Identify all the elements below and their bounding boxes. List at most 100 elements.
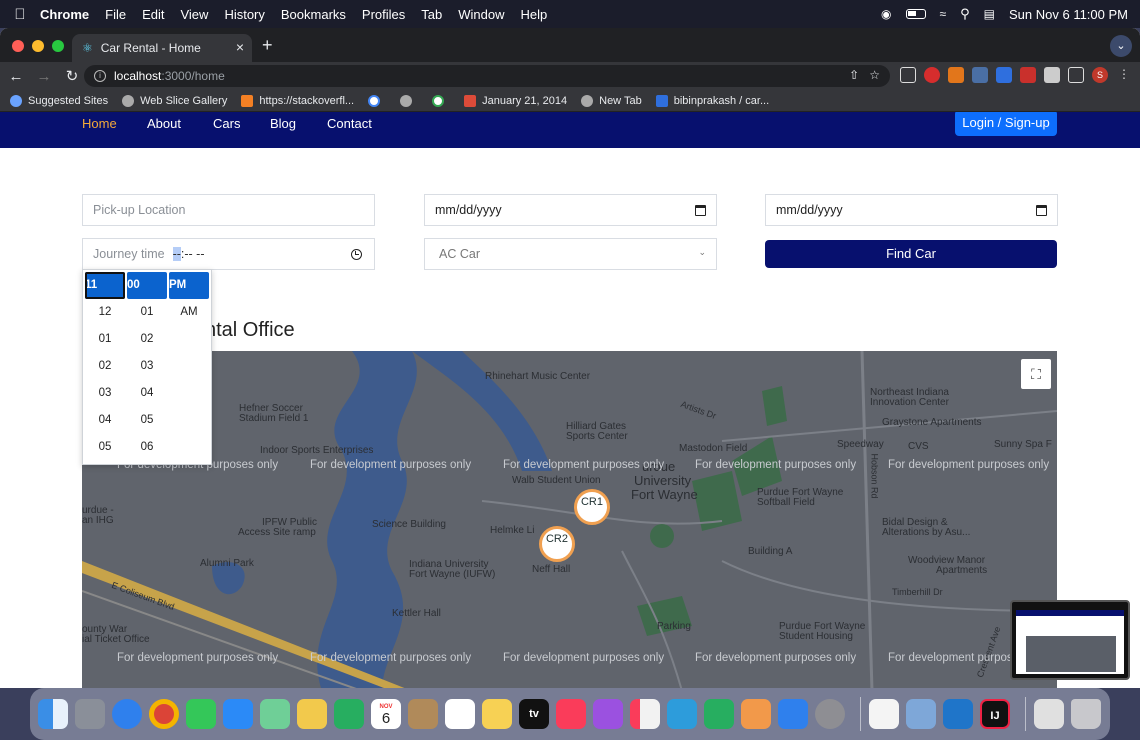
podcasts-icon[interactable] [593, 699, 623, 729]
mail-icon[interactable] [223, 699, 253, 729]
calendar-icon[interactable] [695, 205, 706, 216]
share-icon[interactable]: ⇧ [849, 68, 859, 82]
minute-option-selected[interactable]: 00 [127, 272, 167, 299]
textedit-icon[interactable] [869, 699, 899, 729]
intellij-icon[interactable]: IJ [980, 699, 1010, 729]
numbers-icon[interactable] [704, 699, 734, 729]
map-view[interactable]: ⛶ Rhinehart Music Center Northeast India… [82, 351, 1057, 688]
app-store-icon[interactable] [778, 699, 808, 729]
forward-button[interactable]: → [32, 68, 56, 85]
translate-extension-icon[interactable] [996, 67, 1012, 83]
pages-icon[interactable] [741, 699, 771, 729]
system-preferences-icon[interactable] [815, 699, 845, 729]
bookmark-web-slice[interactable]: Web Slice Gallery [122, 94, 227, 107]
nav-home[interactable]: Home [82, 116, 117, 131]
nav-contact[interactable]: Contact [327, 116, 372, 131]
zoom-window-button[interactable] [52, 40, 64, 52]
minute-option[interactable]: 05 [127, 407, 167, 434]
menu-profiles[interactable]: Profiles [362, 7, 405, 22]
nav-cars[interactable]: Cars [213, 116, 240, 131]
minute-option[interactable]: 06 [127, 434, 167, 461]
back-button[interactable]: ← [4, 68, 28, 85]
hour-option[interactable]: 01 [85, 326, 125, 353]
notes-icon[interactable] [482, 699, 512, 729]
menu-edit[interactable]: Edit [142, 7, 164, 22]
finder-icon[interactable] [38, 699, 68, 729]
menu-view[interactable]: View [180, 7, 208, 22]
hour-option[interactable]: 04 [85, 407, 125, 434]
tab-search-icon[interactable]: ⌄ [1110, 35, 1132, 57]
bookmark-gplus-date[interactable]: January 21, 2014 [464, 94, 567, 107]
battery-icon[interactable] [905, 9, 926, 19]
chrome-menu-icon[interactable]: ⋮ [1116, 67, 1132, 83]
nav-blog[interactable]: Blog [270, 116, 296, 131]
bookmark-globe[interactable] [400, 94, 418, 107]
music-icon[interactable] [556, 699, 586, 729]
extension-window-icon[interactable] [900, 67, 916, 83]
bookmark-google-2[interactable] [432, 94, 450, 107]
minute-option[interactable]: 02 [127, 326, 167, 353]
messages-icon[interactable] [186, 699, 216, 729]
spotlight-icon[interactable]: ⚲ [960, 6, 970, 22]
bookmark-github-repo[interactable]: bibinprakash / car... [655, 94, 769, 107]
menu-tab[interactable]: Tab [421, 7, 442, 22]
vscode-icon[interactable] [943, 699, 973, 729]
car-type-select[interactable]: AC Car ⌄ [424, 238, 717, 270]
chrome-icon[interactable] [149, 699, 179, 729]
minute-column[interactable]: 00 01 02 03 04 05 06 [127, 270, 167, 461]
control-center-icon[interactable]: ▤ [984, 7, 995, 21]
apple-icon[interactable]:  [0, 6, 40, 23]
login-signup-button[interactable]: Login / Sign-up [955, 112, 1057, 136]
bookmark-new-tab[interactable]: New Tab [581, 94, 642, 107]
pickup-location-input[interactable]: Pick-up Location [82, 194, 375, 226]
find-car-button[interactable]: Find Car [765, 240, 1057, 268]
minute-option[interactable]: 03 [127, 353, 167, 380]
puzzle-extensions-icon[interactable] [1044, 67, 1060, 83]
map-marker-cr2[interactable]: CR2 [539, 526, 575, 562]
bookmark-star-icon[interactable]: ☆ [869, 68, 880, 82]
calendar-app-icon[interactable]: NOV 6 [371, 699, 401, 729]
menu-window[interactable]: Window [458, 7, 504, 22]
journey-time-input[interactable]: Journey time --:-- -- [82, 238, 375, 270]
trash-icon[interactable] [1071, 699, 1101, 729]
bookmark-suggested-sites[interactable]: Suggested Sites [10, 94, 108, 107]
bookmark-google[interactable] [368, 94, 386, 107]
menu-bookmarks[interactable]: Bookmarks [281, 7, 346, 22]
shield-extension-icon[interactable] [972, 67, 988, 83]
wifi-icon[interactable]: ≈ [940, 7, 947, 21]
menu-history[interactable]: History [224, 7, 264, 22]
period-column[interactable]: PM AM [169, 270, 209, 326]
facetime-icon[interactable] [334, 699, 364, 729]
address-bar[interactable]: i localhost:3000/home ⇧ ☆ [84, 65, 890, 87]
close-window-button[interactable] [12, 40, 24, 52]
hour-option[interactable]: 02 [85, 353, 125, 380]
hour-option-selected[interactable]: 11 [85, 272, 125, 299]
period-option[interactable]: AM [169, 299, 209, 326]
hour-option[interactable]: 03 [85, 380, 125, 407]
menubar-clock[interactable]: Sun Nov 6 11:00 PM [1009, 7, 1128, 22]
return-date-input[interactable]: mm/dd/yyyy [765, 194, 1058, 226]
site-info-icon[interactable]: i [94, 70, 106, 82]
red-extension-icon[interactable] [1020, 67, 1036, 83]
minute-option[interactable]: 04 [127, 380, 167, 407]
window-preview-thumbnail[interactable] [1010, 600, 1130, 680]
metamask-icon[interactable] [948, 67, 964, 83]
preview-icon[interactable] [906, 699, 936, 729]
journey-hour-segment[interactable]: -- [172, 247, 181, 261]
maps-icon[interactable] [260, 699, 290, 729]
airdrop-icon[interactable]: ◉ [881, 7, 891, 21]
period-option-selected[interactable]: PM [169, 272, 209, 299]
hour-option[interactable]: 12 [85, 299, 125, 326]
nav-about[interactable]: About [147, 116, 181, 131]
new-tab-button[interactable]: + [262, 35, 273, 56]
hour-option[interactable]: 05 [85, 434, 125, 461]
minute-option[interactable]: 01 [127, 299, 167, 326]
contacts-icon[interactable] [408, 699, 438, 729]
menu-app-name[interactable]: Chrome [40, 7, 89, 22]
menu-help[interactable]: Help [521, 7, 548, 22]
news-icon[interactable] [630, 699, 660, 729]
map-marker-cr1[interactable]: CR1 [574, 489, 610, 525]
bookmark-stackoverflow[interactable]: https://stackoverfl... [241, 94, 354, 107]
minimize-window-button[interactable] [32, 40, 44, 52]
tab-car-rental-home[interactable]: ⚛ Car Rental - Home × [72, 34, 252, 62]
